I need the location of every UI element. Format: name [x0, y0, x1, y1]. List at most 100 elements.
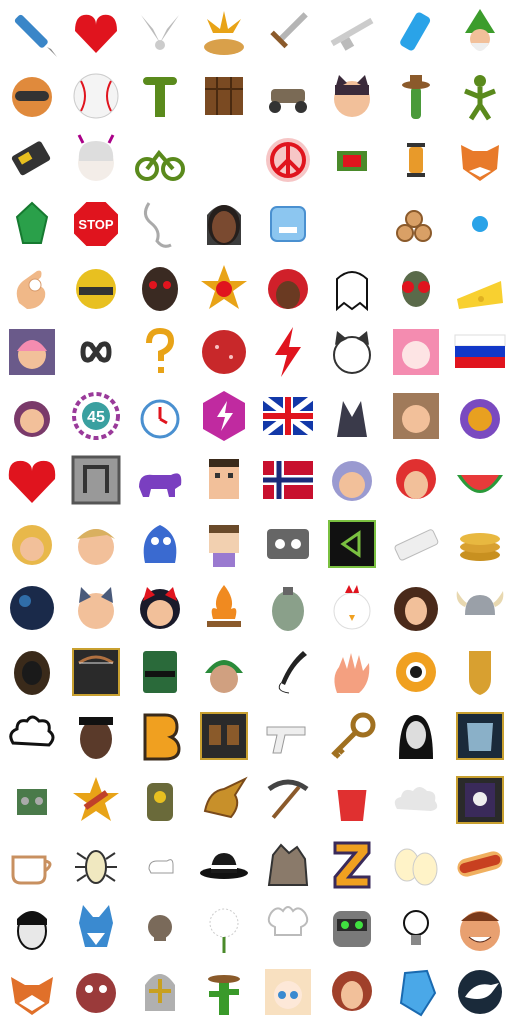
explosion-cake-icon-graphic [204, 11, 244, 55]
pink-hair-girl-icon [384, 320, 448, 384]
anime-portrait-icon [256, 960, 320, 1024]
bearded-man-icon-graphic [79, 717, 113, 759]
pixel-kid-icon-graphic [209, 525, 239, 567]
timer-45-icon-graphic: 45 [72, 392, 120, 440]
rifle-icon [320, 0, 384, 64]
green-totem-icon [128, 64, 192, 128]
dragon-head-icon-graphic [203, 776, 248, 819]
bow-icon [64, 640, 128, 704]
fox-goggles-icon-graphic [12, 77, 52, 117]
anime-girl-purple-icon [0, 320, 64, 384]
winged-emblem-icon [128, 0, 192, 64]
dragon-head-icon [192, 768, 256, 832]
armor-icon-graphic [456, 712, 504, 760]
green-robot-icon-graphic [17, 789, 47, 815]
pixel-ghost-icon [320, 256, 384, 320]
fox-goggles-icon [0, 64, 64, 128]
blue-creature-icon-graphic [143, 525, 177, 563]
pixel-cloud-face-icon-graphic [9, 715, 55, 747]
dark-hood-icon-graphic [14, 651, 50, 695]
salami-icon-graphic [202, 330, 246, 374]
skull-book-icon-graphic [456, 776, 504, 824]
peace-sign-icon [256, 128, 320, 192]
ok-hand-icon [0, 256, 64, 320]
lightbulb-icon-graphic [403, 910, 429, 945]
gold-ring-icon [384, 640, 448, 704]
alien-fly-icon [384, 256, 448, 320]
logs-icon-graphic [396, 210, 432, 242]
cactus-cowboy-icon-graphic [402, 75, 430, 119]
campfire-icon-graphic [207, 585, 241, 627]
timer-45-label: 45 [87, 409, 105, 426]
watermelon-icon-graphic [457, 475, 503, 493]
campfire-icon [192, 576, 256, 640]
brown-hair-girl-icon-graphic [393, 393, 439, 439]
knight-helmet-icon [128, 960, 192, 1024]
green-triangle-icon-graphic [328, 520, 376, 568]
grenade-icon [256, 576, 320, 640]
empty-slot [192, 128, 256, 192]
pixel-man-icon-graphic [209, 459, 239, 499]
pickaxe-icon [256, 768, 320, 832]
wizard-gnome-icon-graphic [465, 9, 495, 51]
gold-shield-icon-graphic [469, 651, 491, 695]
red-hair-portrait-icon [256, 256, 320, 320]
dark-mask-icon-graphic [142, 267, 178, 311]
explosion-cake-icon [192, 0, 256, 64]
pixel-man-icon [192, 448, 256, 512]
bug-icon-graphic [75, 850, 117, 884]
coffee-cup-icon [0, 832, 64, 896]
dark-mask-icon [128, 256, 192, 320]
gold-shield-icon [448, 640, 512, 704]
peace-sign-icon-graphic [266, 138, 310, 182]
waving-hand-icon [320, 640, 384, 704]
cassette-player-icon [256, 512, 320, 576]
sword-icon [256, 0, 320, 64]
pixel-cloud-face-icon [0, 704, 64, 768]
eggs-icon-graphic [394, 848, 438, 886]
hearts-star-icon [192, 256, 256, 320]
smiling-man-icon [448, 896, 512, 960]
pistol-icon-graphic [266, 726, 306, 754]
knight-helmet-icon-graphic [145, 974, 175, 1011]
lightning-icon-graphic [275, 327, 301, 377]
dandelion-icon-graphic [209, 908, 239, 953]
key-icon-graphic [331, 712, 376, 759]
anime-girl-horns-icon [64, 128, 128, 192]
black-hair-girl-icon [128, 576, 192, 640]
rifle-icon-graphic [330, 17, 374, 51]
phone-device-icon [0, 128, 64, 192]
pumpkin-icon-graphic [460, 399, 500, 439]
armor-icon [448, 704, 512, 768]
fox-head-icon [0, 960, 64, 1024]
uk-flag-icon-graphic [261, 394, 315, 438]
brown-hair-girl-icon [384, 384, 448, 448]
key-icon [320, 704, 384, 768]
blue-crystal-icon-graphic [399, 969, 437, 1017]
lightbulb-icon [384, 896, 448, 960]
cat-kid-icon-graphic [78, 587, 114, 629]
blue-skull-icon-graphic [472, 216, 488, 232]
usb-stick-icon-graphic [400, 12, 431, 51]
pixel-hand-thumbs-icon [320, 128, 384, 192]
crafting-table-icon-graphic [205, 77, 243, 115]
ice-cube-face-icon [256, 192, 320, 256]
red-hair-girl-icon [384, 448, 448, 512]
bow-icon-graphic [72, 648, 120, 696]
purple-dog-icon [128, 448, 192, 512]
russia-flag-icon [448, 320, 512, 384]
waving-hand-icon-graphic [334, 653, 370, 693]
ok-hand-icon-graphic [16, 270, 46, 309]
small-skull-icon-graphic [148, 915, 172, 941]
green-gem-icon-graphic [15, 201, 49, 244]
dark-planet-icon [0, 576, 64, 640]
timer-45-icon: 45 [64, 384, 128, 448]
quill-icon-graphic [278, 651, 307, 694]
green-figure-icon-graphic [464, 75, 496, 121]
pixel-kid-icon [192, 512, 256, 576]
zombie-face-icon-graphic [76, 973, 116, 1013]
question-mark-icon [128, 320, 192, 384]
witch-girl-icon [0, 384, 64, 448]
phone-device-icon-graphic [11, 141, 51, 176]
cat-face-icon [320, 320, 384, 384]
